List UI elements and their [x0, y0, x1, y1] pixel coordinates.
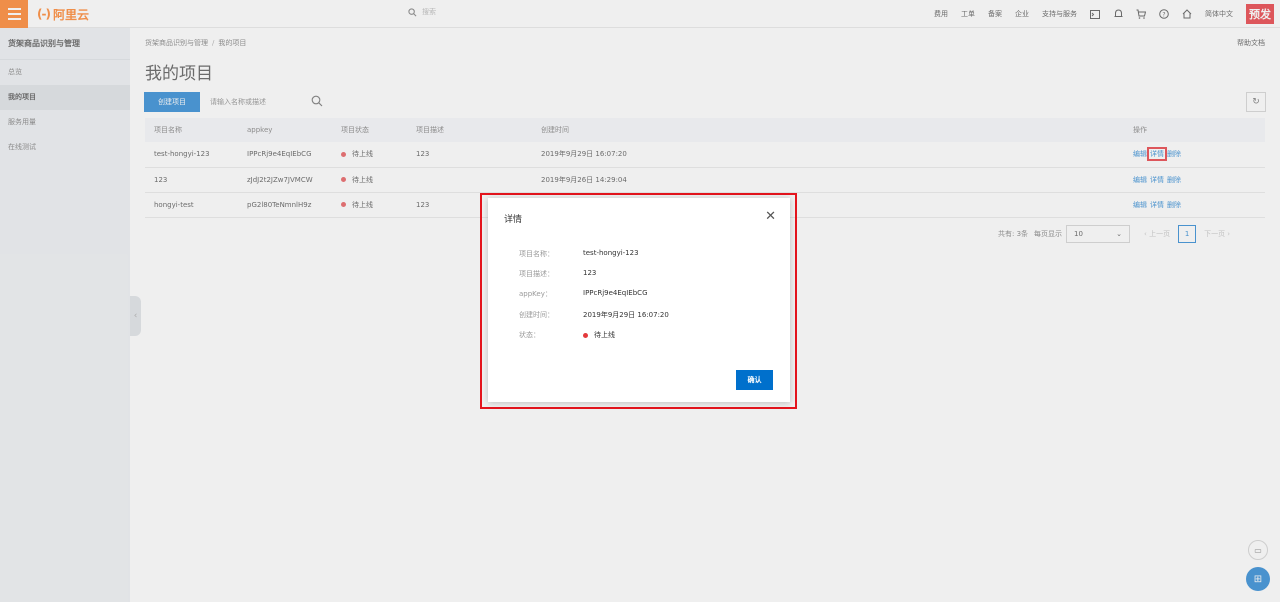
status-text: 待上线 [594, 331, 615, 339]
dialog-field-name: 项目名称： test-hongyi-123 [519, 249, 639, 261]
dialog-field-created: 创建时间： 2019年9月29日 16:07:20 [519, 310, 669, 322]
field-label: 项目描述： [519, 270, 554, 278]
field-value: 待上线 [583, 330, 615, 342]
field-value: 123 [583, 269, 597, 277]
field-label: 创建时间： [519, 311, 554, 319]
field-label: 项目名称： [519, 250, 554, 258]
dialog-field-desc: 项目描述： 123 [519, 269, 596, 281]
close-icon[interactable]: ✕ [765, 210, 776, 223]
field-value: IPPcRj9e4EqIEbCG [583, 289, 648, 297]
status-dot-icon [583, 332, 588, 338]
field-value: 2019年9月29日 16:07:20 [583, 311, 669, 319]
field-label: appKey： [519, 290, 552, 298]
field-value: test-hongyi-123 [583, 249, 639, 257]
field-label: 状态： [519, 331, 540, 339]
detail-dialog: 详情 ✕ 项目名称： test-hongyi-123 项目描述： 123 app… [488, 198, 790, 402]
confirm-button[interactable]: 确认 [736, 370, 773, 390]
dialog-field-status: 状态： 待上线 [519, 330, 615, 342]
dialog-title: 详情 [504, 215, 523, 225]
dialog-field-appkey: appKey： IPPcRj9e4EqIEbCG [519, 289, 648, 301]
